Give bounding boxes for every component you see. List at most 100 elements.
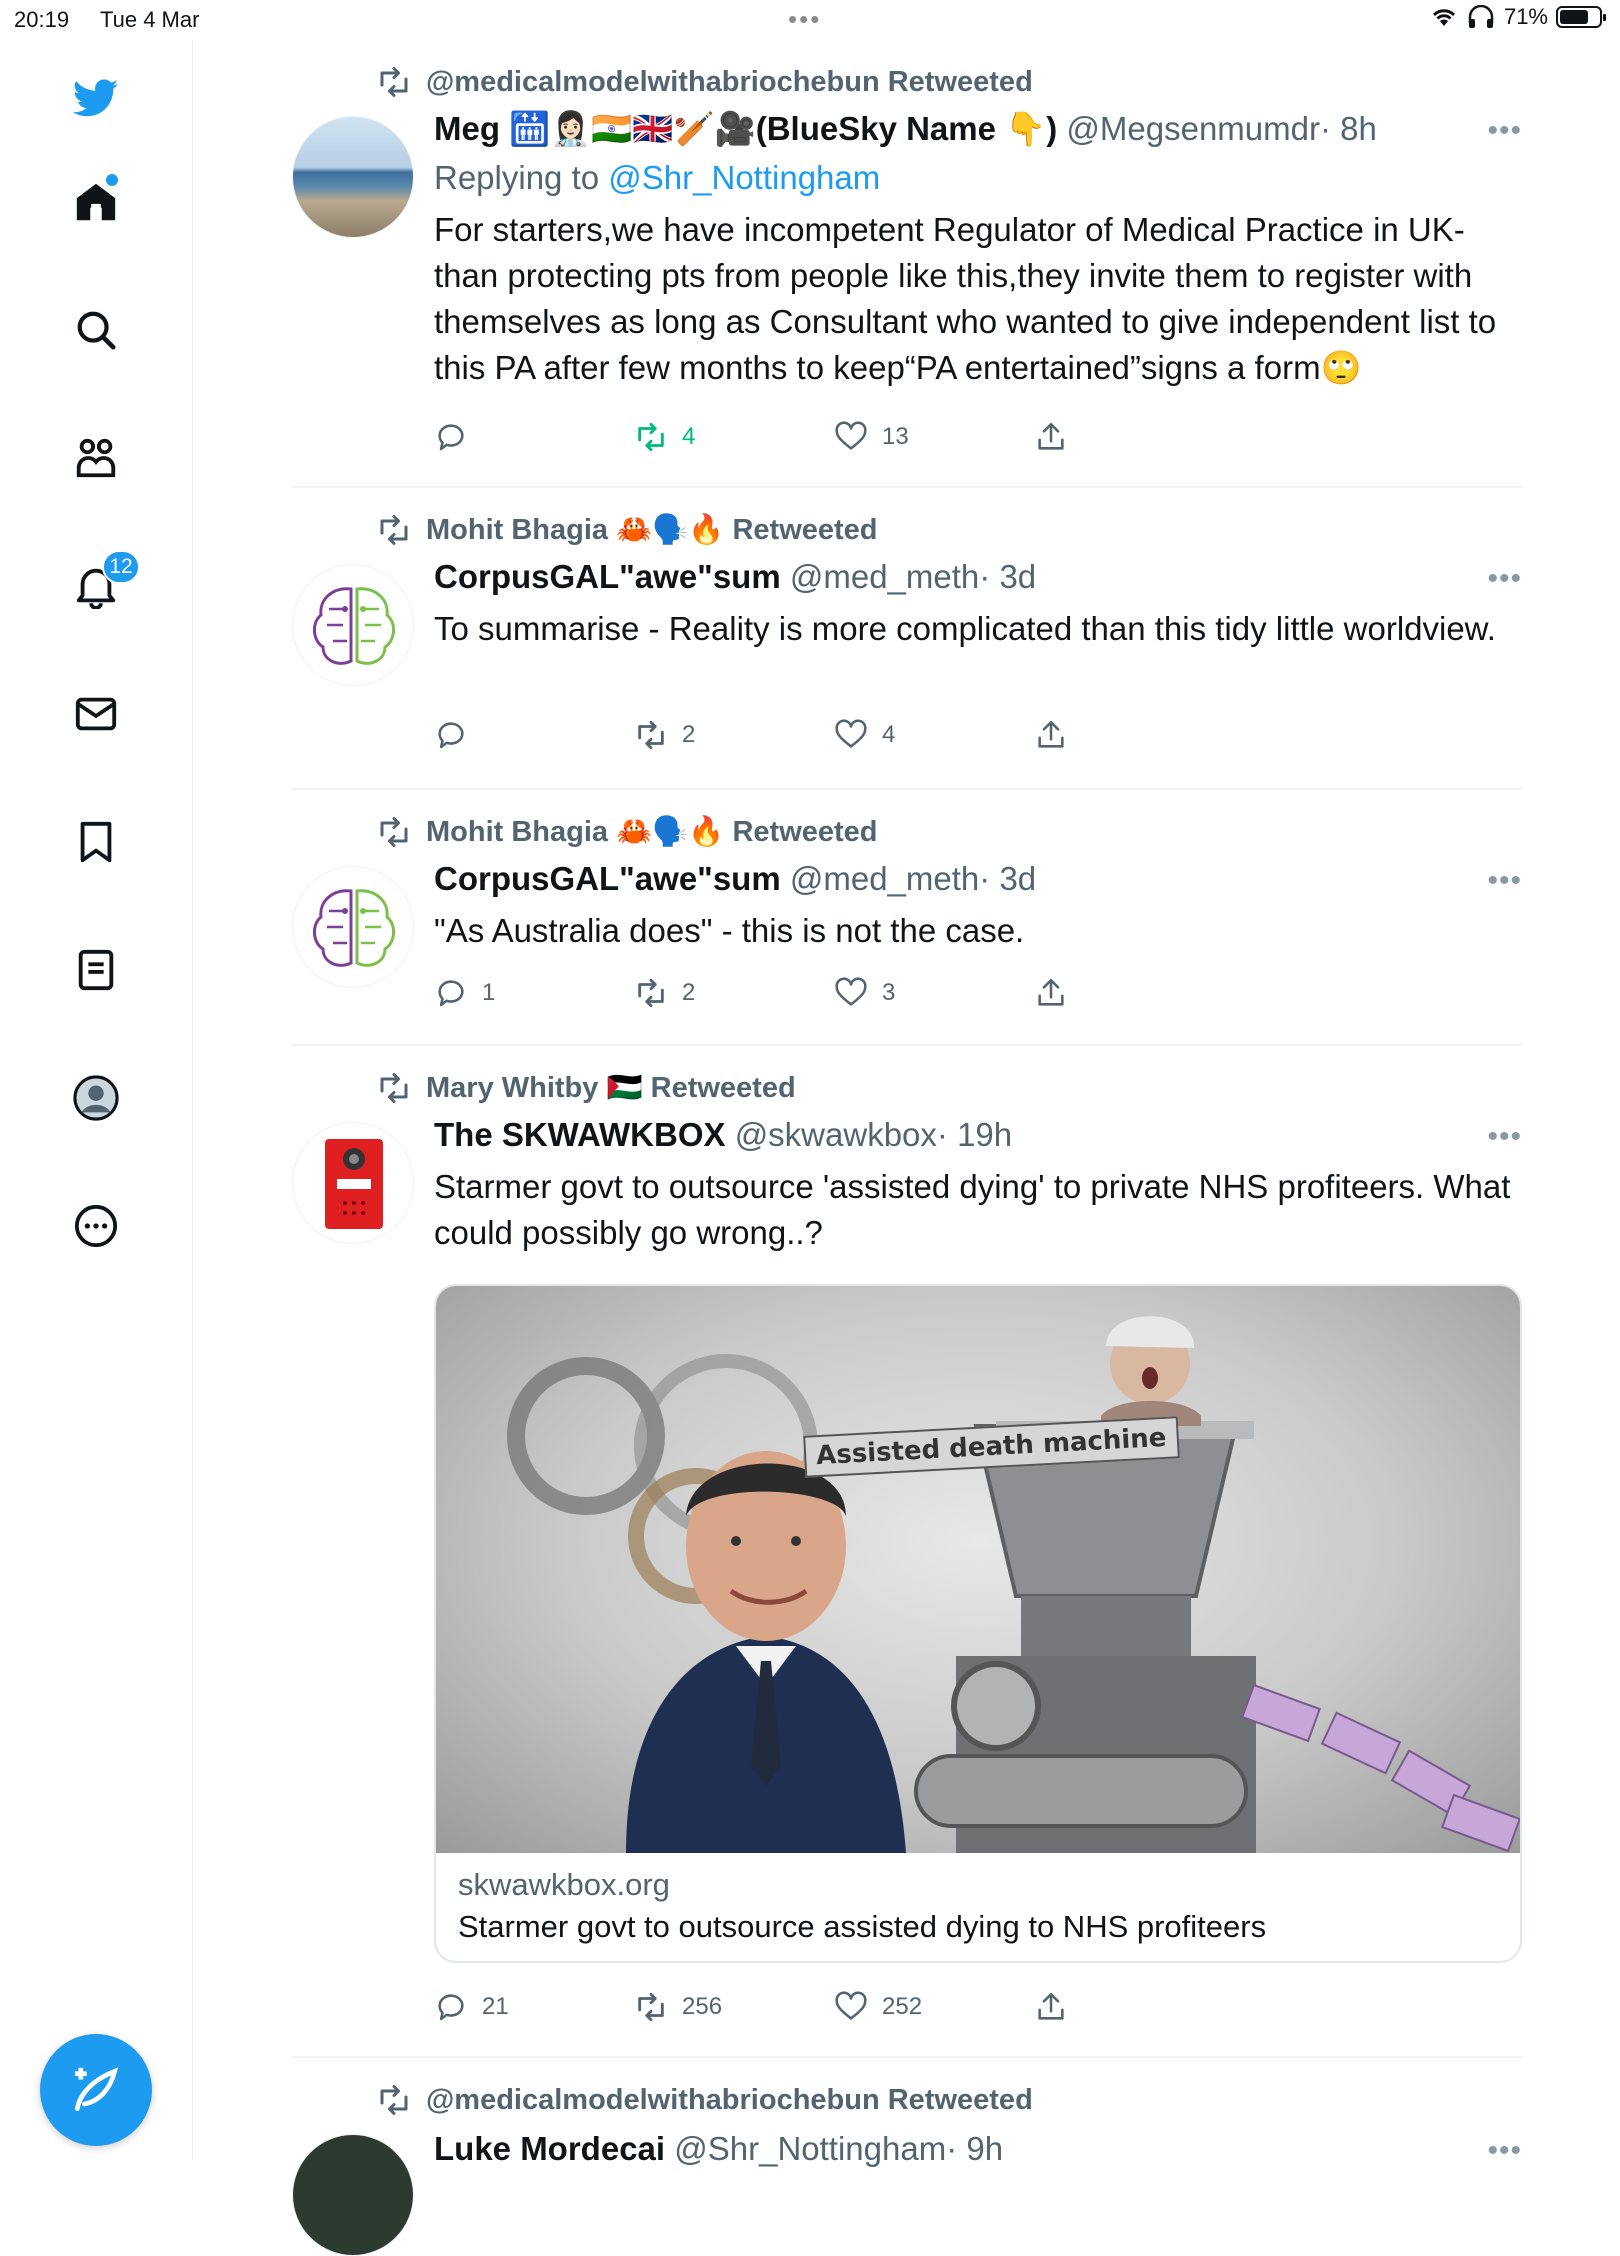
retweet-icon <box>638 720 664 750</box>
author-handle[interactable]: @Shr_Nottingham <box>674 2130 946 2167</box>
tweet-header: CorpusGAL"awe"sum @med_meth· 3d <box>434 558 1522 596</box>
reply-icon <box>438 722 464 749</box>
twitter-logo-icon[interactable] <box>64 66 128 130</box>
tweet-more-icon[interactable]: ••• <box>1487 1120 1522 1154</box>
retweet-icon <box>638 422 664 452</box>
tweet-header: Meg 🛗👩🏻‍⚕️🇮🇳🇬🇧🏏🎥(BlueSky Name 👇) @Megsen… <box>434 110 1522 149</box>
avatar[interactable] <box>292 866 414 988</box>
tweet-time: · 3d <box>979 860 1037 897</box>
reply-button[interactable] <box>434 718 634 752</box>
link-card[interactable]: Assisted death machine skwawkbox.org Sta… <box>434 1284 1522 1963</box>
status-time: 20:19 <box>14 7 70 32</box>
replying-to-label: Replying to <box>434 159 600 196</box>
retweet-button[interactable]: 256 <box>634 1990 834 2024</box>
lists-icon[interactable] <box>64 938 128 1002</box>
tweet-header: The SKWAWKBOX @skwawkbox· 19h <box>434 1116 1522 1154</box>
share-button[interactable] <box>1034 420 1074 454</box>
like-count: 3 <box>882 979 896 1006</box>
sidebar-nav: 12 <box>0 40 193 2160</box>
like-count: 4 <box>882 721 896 748</box>
retweet-count: 256 <box>682 1993 723 2020</box>
author-handle[interactable]: @med_meth <box>790 860 979 897</box>
retweet-button[interactable]: 2 <box>634 718 834 752</box>
tweet-more-icon[interactable]: ••• <box>1487 2134 1522 2168</box>
avatar[interactable] <box>292 564 414 686</box>
timeline: @medicalmodelwithabriochebun Retweeted M… <box>292 40 1522 2256</box>
tweet-time: · 8h <box>1319 110 1377 147</box>
share-button[interactable] <box>1034 976 1074 1010</box>
tweet[interactable]: Mary Whitby 🇵🇸 Retweeted The SKWAWKBOX @… <box>292 1046 1522 2058</box>
avatar[interactable] <box>292 116 414 238</box>
reply-button[interactable]: 1 <box>434 976 634 1010</box>
tweet-text: "As Australia does" - this is not the ca… <box>434 912 1025 949</box>
author-name[interactable]: Meg 🛗👩🏻‍⚕️🇮🇳🇬🇧🏏🎥(BlueSky Name 👇) <box>434 110 1057 147</box>
author-handle[interactable]: @Megsenmumdr <box>1066 110 1320 147</box>
mail-icon[interactable] <box>64 682 128 746</box>
retweet-icon <box>380 67 408 97</box>
card-illustration <box>507 1316 1520 1853</box>
share-icon <box>1038 978 1064 1006</box>
tweet[interactable]: @medicalmodelwithabriochebun Retweeted M… <box>292 40 1522 488</box>
author-name[interactable]: The SKWAWKBOX <box>434 1116 726 1153</box>
retweet-count: 2 <box>682 721 696 748</box>
author-handle[interactable]: @med_meth <box>790 558 979 595</box>
compose-tweet-button[interactable] <box>40 2034 152 2146</box>
share-button[interactable] <box>1034 718 1074 752</box>
more-icon[interactable] <box>64 1194 128 1258</box>
tweet-more-icon[interactable]: ••• <box>1487 114 1522 148</box>
retweet-button[interactable]: 4 <box>634 420 834 454</box>
brain-logo-icon <box>313 587 395 665</box>
tweet-more-icon[interactable]: ••• <box>1487 562 1522 596</box>
like-button[interactable]: 3 <box>834 976 1034 1010</box>
card-image: Assisted death machine <box>436 1286 1520 1853</box>
retweeted-by-label: Mohit Bhagia 🦀🗣️🔥 Retweeted <box>426 514 878 546</box>
avatar[interactable] <box>292 2134 414 2256</box>
profile-icon[interactable] <box>64 1066 128 1130</box>
bookmark-icon[interactable] <box>64 810 128 874</box>
retweet-button[interactable]: 2 <box>634 976 834 1010</box>
reply-count: 1 <box>482 979 496 1006</box>
author-name[interactable]: CorpusGAL"awe"sum <box>434 558 781 595</box>
tweet[interactable]: Mohit Bhagia 🦀🗣️🔥 Retweeted CorpusGAL"aw… <box>292 790 1522 1046</box>
card-title: Starmer govt to outsource assisted dying… <box>458 1909 1267 1944</box>
battery-percent: 71% <box>1503 4 1548 29</box>
home-icon[interactable] <box>64 170 128 234</box>
reply-button[interactable]: 21 <box>434 1990 634 2024</box>
reply-button[interactable] <box>434 420 634 454</box>
like-count: 13 <box>882 423 909 450</box>
like-button[interactable]: 252 <box>834 1990 1034 2024</box>
like-icon <box>835 1991 867 2020</box>
retweeted-by-label: Mohit Bhagia 🦀🗣️🔥 Retweeted <box>426 816 878 848</box>
replying-to-link[interactable]: @Shr_Nottingham <box>608 159 880 196</box>
like-icon <box>835 977 867 1006</box>
reply-icon <box>438 1994 464 2021</box>
card-meta: skwawkbox.org Starmer govt to outsource … <box>436 1853 1520 1961</box>
like-button[interactable]: 13 <box>834 420 1034 454</box>
retweet-icon <box>380 2085 408 2115</box>
multitasking-dots-icon[interactable]: ••• <box>788 4 821 35</box>
author-name[interactable]: CorpusGAL"awe"sum <box>434 860 781 897</box>
share-button[interactable] <box>1034 1990 1074 2024</box>
retweeted-by-label: Mary Whitby 🇵🇸 Retweeted <box>426 1072 796 1104</box>
tweet-time: · 9h <box>946 2130 1004 2167</box>
tweet-text: To summarise - Reality is more complicat… <box>434 610 1496 647</box>
tweet-actions: 2 4 <box>434 718 1074 752</box>
retweeted-by-label: @medicalmodelwithabriochebun Retweeted <box>426 2083 1033 2116</box>
skwawkbox-logo-icon <box>325 1139 383 1229</box>
author-handle[interactable]: @skwawkbox <box>735 1116 937 1153</box>
communities-icon[interactable] <box>64 426 128 490</box>
tweet-more-icon[interactable]: ••• <box>1487 864 1522 898</box>
retweet-count: 4 <box>682 423 696 450</box>
tweet[interactable]: Mohit Bhagia 🦀🗣️🔥 Retweeted CorpusGAL"aw… <box>292 488 1522 790</box>
retweet-icon <box>638 1992 664 2022</box>
author-name[interactable]: Luke Mordecai <box>434 2130 665 2167</box>
like-button[interactable]: 4 <box>834 718 1034 752</box>
tweet[interactable]: @medicalmodelwithabriochebun Retweeted L… <box>292 2058 1522 2256</box>
replying-to: Replying to @Shr_Nottingham <box>434 159 1522 197</box>
retweet-icon <box>380 515 408 545</box>
retweeted-by: Mohit Bhagia 🦀🗣️🔥 Retweeted <box>376 512 878 548</box>
avatar[interactable] <box>292 1122 414 1244</box>
retweeted-by-label: @medicalmodelwithabriochebun Retweeted <box>426 65 1033 98</box>
notifications-badge: 12 <box>102 550 140 584</box>
search-icon[interactable] <box>64 298 128 362</box>
